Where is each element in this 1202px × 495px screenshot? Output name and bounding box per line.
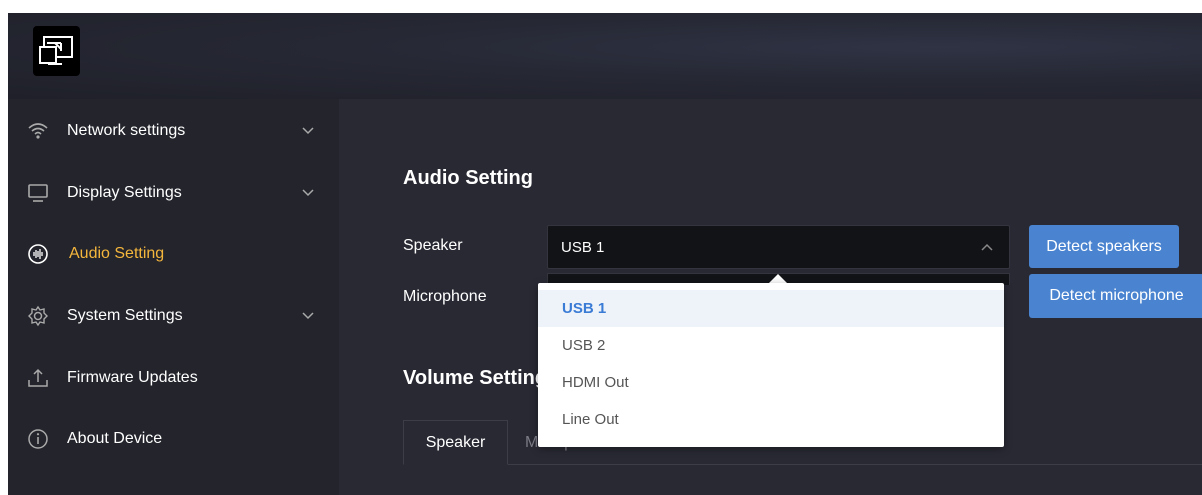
- speaker-select[interactable]: USB 1: [547, 225, 1010, 269]
- microphone-label: Microphone: [403, 288, 487, 305]
- sidebar-item-label: Display Settings: [67, 184, 182, 201]
- volume-settings-title: Volume Settings: [403, 367, 553, 389]
- speaker-select-value: USB 1: [561, 238, 605, 256]
- speaker-label: Speaker: [403, 237, 463, 254]
- sidebar-item-label: About Device: [67, 430, 163, 447]
- detect-speakers-button[interactable]: Detect speakers: [1029, 225, 1179, 268]
- wifi-icon: [27, 120, 49, 142]
- screen-cast-logo-icon[interactable]: [33, 26, 80, 76]
- sidebar: Network settings Display Settings Audio …: [8, 99, 339, 495]
- sidebar-item-about-device[interactable]: About Device: [8, 411, 339, 467]
- speaker-dropdown-menu: USB 1 USB 2 HDMI Out Line Out: [538, 283, 1004, 447]
- gear-icon: [27, 305, 49, 327]
- sidebar-item-firmware-updates[interactable]: Firmware Updates: [8, 350, 339, 406]
- dropdown-option-usb-1[interactable]: USB 1: [538, 290, 1004, 327]
- monitor-icon: [27, 182, 49, 204]
- audio-setting-title: Audio Setting: [403, 167, 533, 189]
- chevron-down-icon: [302, 312, 314, 320]
- chevron-down-icon: [302, 189, 314, 197]
- upload-icon: [27, 367, 49, 389]
- sidebar-item-label: Network settings: [67, 122, 186, 139]
- sidebar-item-label: System Settings: [67, 307, 183, 324]
- sidebar-item-label: Firmware Updates: [67, 369, 198, 386]
- dropdown-option-line-out[interactable]: Line Out: [538, 401, 1004, 438]
- sidebar-item-label: Audio Setting: [69, 245, 165, 262]
- sidebar-item-network-settings[interactable]: Network settings: [8, 103, 339, 159]
- detect-microphone-button[interactable]: Detect microphone: [1029, 274, 1202, 318]
- chevron-up-icon: [981, 243, 993, 251]
- tabs-divider: [403, 464, 1202, 465]
- sidebar-item-system-settings[interactable]: System Settings: [8, 288, 339, 344]
- info-icon: [27, 428, 49, 450]
- sidebar-item-display-settings[interactable]: Display Settings: [8, 165, 339, 221]
- chevron-down-icon: [302, 127, 314, 135]
- audio-wave-icon: [27, 243, 49, 265]
- top-bar: [8, 13, 1202, 99]
- dropdown-option-hdmi-out[interactable]: HDMI Out: [538, 364, 1004, 401]
- sidebar-item-audio-setting[interactable]: Audio Setting: [8, 226, 339, 282]
- tab-speaker[interactable]: Speaker: [403, 420, 508, 465]
- dropdown-option-usb-2[interactable]: USB 2: [538, 327, 1004, 364]
- dropdown-pointer: [769, 274, 787, 283]
